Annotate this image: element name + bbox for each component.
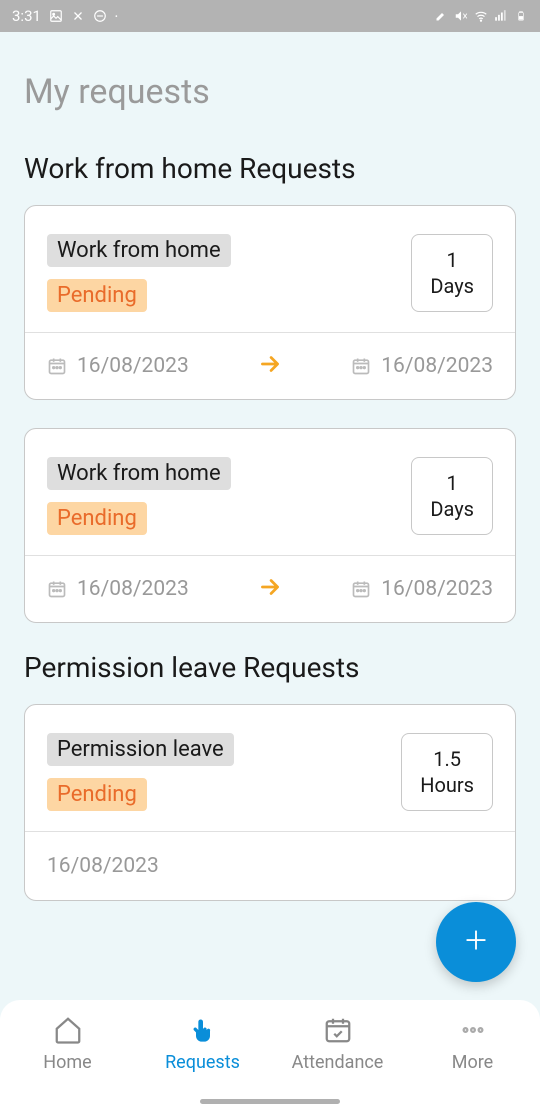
section-title-wfh: Work from home Requests: [24, 152, 516, 185]
bottom-nav: Home Requests Attendance More: [0, 1000, 540, 1110]
duration-value: 1: [430, 247, 474, 273]
page-title: My requests: [24, 72, 516, 112]
home-indicator: [200, 1099, 340, 1104]
hand-pointer-icon: [187, 1014, 219, 1046]
nav-more[interactable]: More: [405, 1014, 540, 1110]
plus-icon: [461, 925, 491, 959]
arrow-right-icon: [257, 351, 283, 381]
duration-box: 1 Days: [411, 234, 493, 312]
duration-unit: Hours: [420, 772, 474, 798]
content-area: My requests Work from home Requests Work…: [0, 32, 540, 1049]
request-card[interactable]: Permission leave Pending 1.5 Hours 16/08…: [24, 704, 516, 901]
calendar-icon: [47, 579, 67, 599]
arrow-right-icon: [257, 574, 283, 604]
wifi-icon: [474, 9, 488, 23]
nav-home-label: Home: [43, 1052, 91, 1073]
status-right: [434, 9, 528, 23]
mute-icon: [454, 9, 468, 23]
status-time: 3:31: [12, 7, 41, 25]
nav-requests[interactable]: Requests: [135, 1014, 270, 1110]
start-date: 16/08/2023: [47, 577, 189, 601]
start-date-text: 16/08/2023: [77, 354, 189, 378]
calendar-icon: [351, 579, 371, 599]
status-bar: 3:31 •: [0, 0, 540, 32]
edit-icon: [434, 9, 448, 23]
signal-icon: [494, 9, 508, 23]
section-title-permission: Permission leave Requests: [24, 651, 516, 684]
end-date: 16/08/2023: [351, 577, 493, 601]
image-icon: [49, 9, 63, 23]
start-date: 16/08/2023: [47, 354, 189, 378]
block-icon: [93, 9, 107, 23]
nav-attendance[interactable]: Attendance: [270, 1014, 405, 1110]
duration-box: 1.5 Hours: [401, 733, 493, 811]
duration-value: 1: [430, 470, 474, 496]
duration-unit: Days: [430, 273, 474, 299]
home-icon: [52, 1014, 84, 1046]
status-left: 3:31 •: [12, 7, 118, 25]
calendar-icon: [351, 356, 371, 376]
battery-icon: [514, 9, 528, 23]
request-card[interactable]: Work from home Pending 1 Days 16/08/2023: [24, 428, 516, 623]
more-icon: [457, 1014, 489, 1046]
add-request-fab[interactable]: [436, 902, 516, 982]
calendar-check-icon: [322, 1014, 354, 1046]
nav-requests-label: Requests: [165, 1052, 240, 1073]
calendar-icon: [47, 356, 67, 376]
request-status-chip: Pending: [47, 778, 147, 811]
close-small-icon: [71, 9, 85, 23]
duration-box: 1 Days: [411, 457, 493, 535]
request-type-chip: Work from home: [47, 234, 231, 267]
request-status-chip: Pending: [47, 502, 147, 535]
duration-unit: Days: [430, 496, 474, 522]
end-date: 16/08/2023: [351, 354, 493, 378]
request-status-chip: Pending: [47, 279, 147, 312]
end-date-text: 16/08/2023: [381, 354, 493, 378]
single-date-text: 16/08/2023: [47, 854, 159, 878]
nav-attendance-label: Attendance: [292, 1052, 384, 1073]
nav-more-label: More: [452, 1052, 493, 1073]
request-card[interactable]: Work from home Pending 1 Days 16/08/2023: [24, 205, 516, 400]
nav-home[interactable]: Home: [0, 1014, 135, 1110]
start-date-text: 16/08/2023: [77, 577, 189, 601]
request-type-chip: Permission leave: [47, 733, 234, 766]
duration-value: 1.5: [420, 746, 474, 772]
end-date-text: 16/08/2023: [381, 577, 493, 601]
request-type-chip: Work from home: [47, 457, 231, 490]
status-dot: •: [115, 12, 118, 21]
